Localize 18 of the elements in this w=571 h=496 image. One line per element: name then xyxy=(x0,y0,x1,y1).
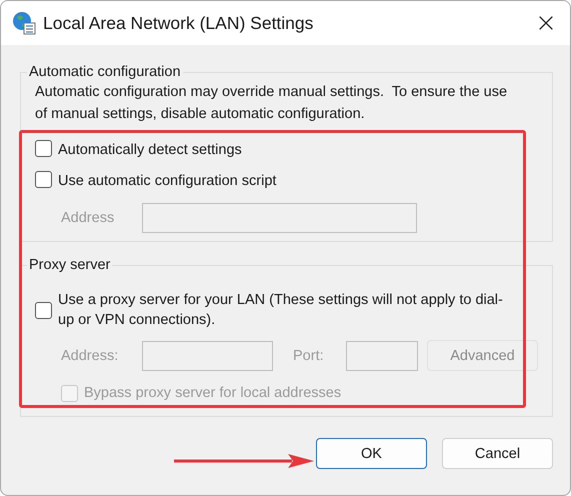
window-title: Local Area Network (LAN) Settings xyxy=(43,12,314,34)
port-label: Port: xyxy=(293,348,325,364)
checkbox[interactable] xyxy=(35,302,52,319)
address-label: Address xyxy=(61,210,116,226)
address-label: Address: xyxy=(61,348,120,364)
close-icon[interactable] xyxy=(537,14,555,32)
checkbox-label: Bypass proxy server for local addresses xyxy=(84,384,342,403)
checkbox-label: Automatically detect settings xyxy=(58,141,242,160)
cancel-button[interactable]: Cancel xyxy=(442,438,553,469)
checkbox[interactable] xyxy=(35,171,52,188)
group-title: Automatic configuration xyxy=(28,64,182,80)
group-title: Proxy server xyxy=(28,257,112,273)
description-text: Automatic configuration may override manual settings. To ensure the use of manual settings, disable automatic configuration. xyxy=(35,83,508,124)
checkbox-label: Use a proxy server for your LAN (These settings will not apply to dial-up or VPN connections). xyxy=(58,291,504,330)
ok-button[interactable]: OK xyxy=(316,438,427,469)
checkbox-label: Use automatic configuration script xyxy=(58,172,276,191)
globe-icon xyxy=(12,11,36,35)
checkbox[interactable] xyxy=(35,140,52,157)
